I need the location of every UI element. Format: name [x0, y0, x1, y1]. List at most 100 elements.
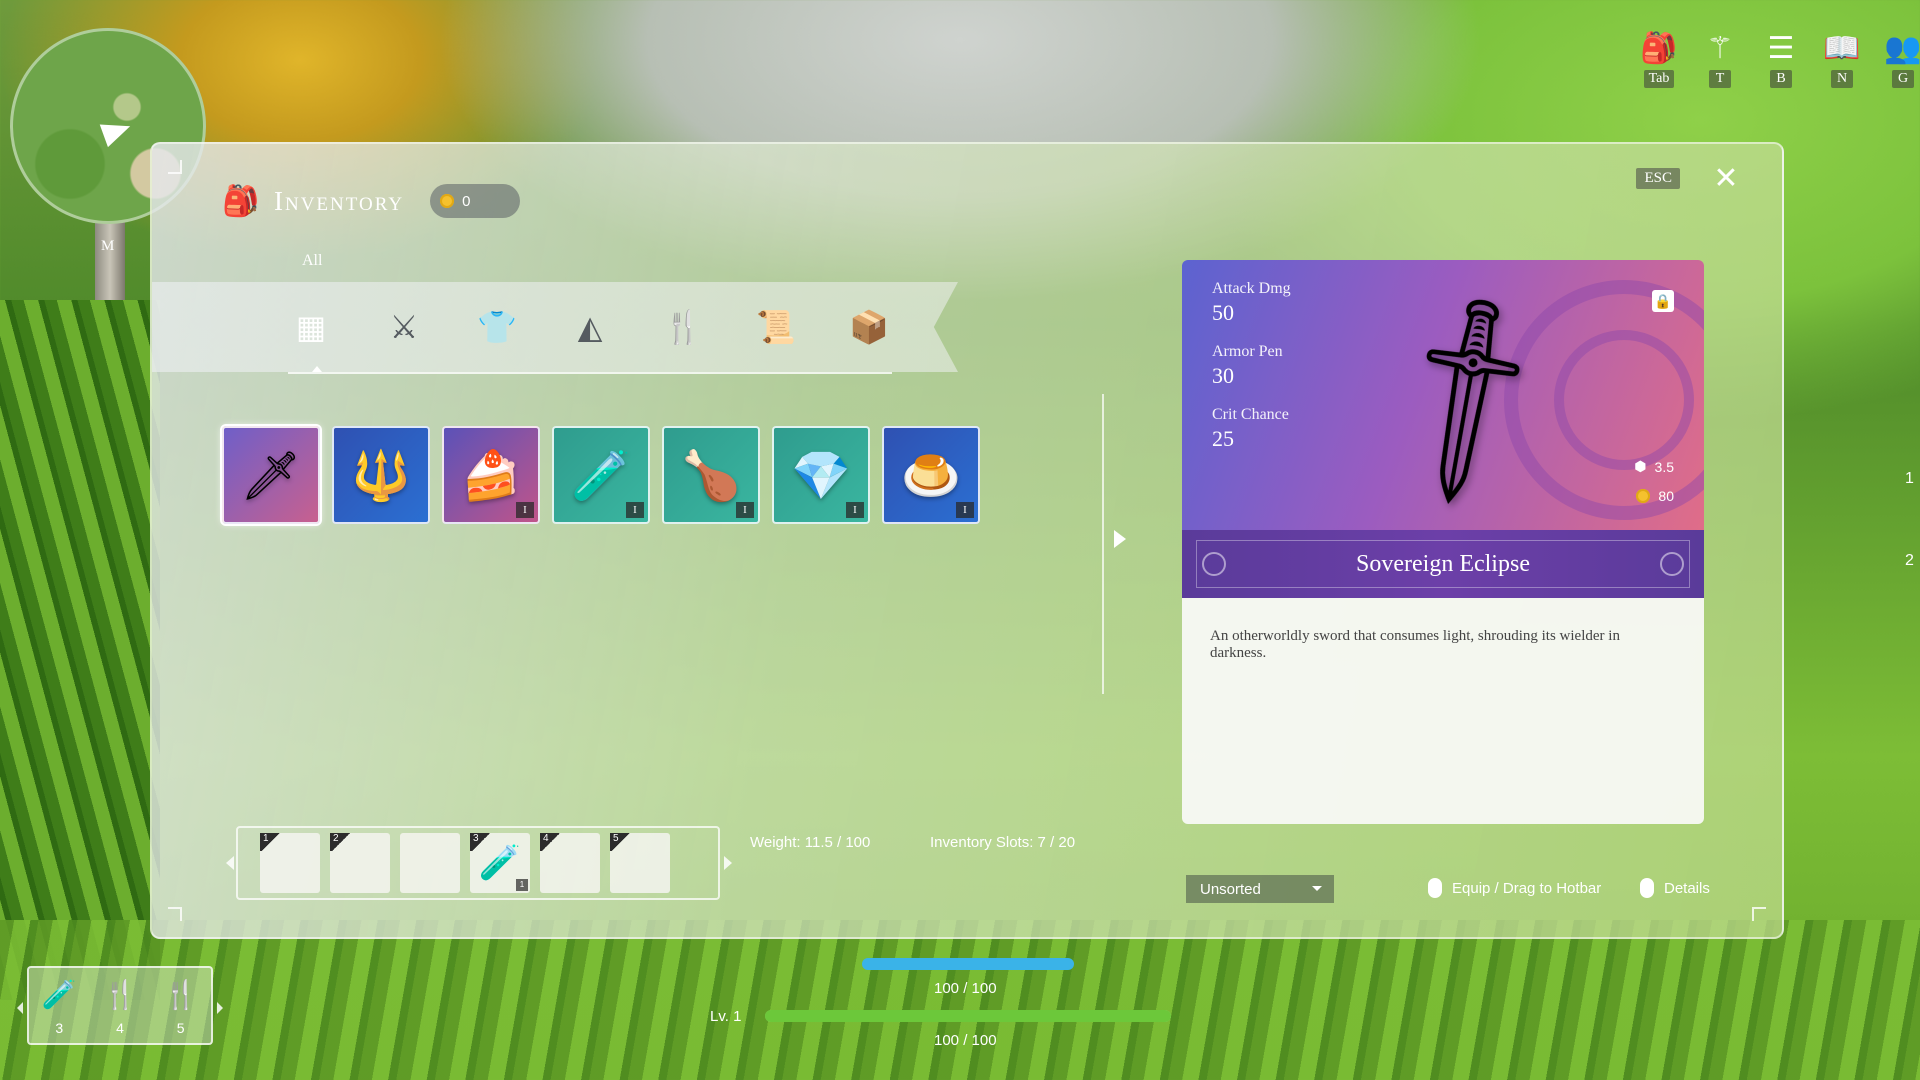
tab-weapons[interactable]: ⚔ — [385, 308, 423, 346]
stat-label: Attack Dmg — [1212, 280, 1291, 297]
level-label: Lv. 1 — [710, 1008, 742, 1025]
weight-value: 3.5 — [1654, 458, 1674, 475]
stat-value: 25 — [1212, 426, 1234, 451]
potion-icon: 🧪 — [41, 979, 77, 1010]
shortcut-storage[interactable]: ☰ B — [1762, 30, 1800, 88]
quickbar-prev-icon[interactable] — [17, 1002, 23, 1014]
grass-ground — [0, 920, 1920, 1080]
shortcut-bar: 🎒 Tab ⚚ T ☰ B 📖 N 👥 G — [1640, 30, 1920, 88]
item-slot[interactable]: 🗡 — [222, 426, 320, 524]
item-count: 1 — [516, 879, 528, 891]
item-weight: ⬢ 3.5 — [1634, 458, 1674, 475]
stat-label: Armor Pen — [1212, 343, 1283, 360]
crystal-icon: 💎 — [791, 449, 851, 503]
pudding-icon: 🍮 — [901, 449, 961, 503]
weight-icon: ⬢ — [1634, 458, 1647, 474]
sort-dropdown[interactable]: Unsorted — [1186, 875, 1334, 903]
coin-amount: 0 — [462, 192, 471, 210]
tier-badge: I — [626, 502, 644, 518]
item-name: Sovereign Eclipse — [1356, 550, 1530, 577]
side-marker: 2 — [1905, 552, 1914, 569]
hotbar-slot[interactable]: 1 — [260, 833, 320, 893]
slot-number: 5 — [610, 833, 632, 851]
item-slot[interactable]: 🍰 I — [442, 426, 540, 524]
page-title: Inventory — [274, 185, 405, 216]
guild-icon: 👥 — [1884, 31, 1920, 65]
slot-number: 2 — [330, 833, 352, 851]
panel-corner — [1752, 907, 1766, 921]
inventory-panel: 🎒 Inventory 0 ESC ✕ All ▦ ⚔ 👕 ◭ 🍴 📜 📦 🗡 … — [150, 142, 1784, 939]
tier-badge: I — [516, 502, 534, 518]
equip-hint: Equip / Drag to Hotbar — [1428, 878, 1601, 898]
item-slot[interactable]: 🍗 I — [662, 426, 760, 524]
player-arrow-icon — [99, 114, 135, 148]
cake-icon: 🍰 — [461, 449, 521, 503]
tier-badge: I — [956, 502, 974, 518]
hotbar-next-icon[interactable] — [724, 856, 732, 870]
hotbar-prev-icon[interactable] — [226, 856, 234, 870]
shortcut-inventory[interactable]: 🎒 Tab — [1640, 30, 1678, 88]
backpack-icon: 🎒 — [222, 184, 260, 218]
mana-bar — [862, 958, 1074, 970]
shortcut-journal[interactable]: 📖 N — [1823, 30, 1861, 88]
coin-counter: 0 — [430, 184, 521, 218]
lock-icon[interactable]: 🔒 — [1652, 290, 1674, 312]
roast-chicken-icon: 🍗 — [681, 449, 741, 503]
coin-icon — [1636, 489, 1651, 503]
hotbar-slot[interactable]: 5 — [610, 833, 670, 893]
mouse-right-icon — [1640, 878, 1654, 898]
mana-value: 100 / 100 — [934, 980, 997, 997]
quickbar-next-icon[interactable] — [217, 1002, 223, 1014]
esc-key-hint: ESC — [1636, 168, 1680, 189]
tab-food[interactable]: 🍴 — [663, 308, 703, 346]
item-name-bar: Sovereign Eclipse — [1182, 530, 1704, 598]
category-tabs: ▦ ⚔ 👕 ◭ 🍴 📜 📦 — [152, 282, 958, 372]
health-bar — [765, 1010, 1171, 1022]
slot-number: 5 — [176, 1020, 185, 1036]
trident-icon: 🔱 — [351, 449, 411, 503]
shortcut-key: B — [1770, 70, 1792, 88]
emblem-icon — [1202, 552, 1226, 576]
shortcut-key: N — [1831, 70, 1853, 88]
shortcut-skills[interactable]: ⚚ T — [1701, 30, 1739, 88]
hotbar: 1 2 3 🧪 1 4 5 — [226, 826, 732, 900]
hotbar-slot[interactable] — [400, 833, 460, 893]
slots-status: Inventory Slots: 7 / 20 — [930, 834, 1076, 851]
slot-number: 3 — [470, 833, 492, 851]
weight-status: Weight: 11.5 / 100 — [750, 834, 871, 851]
hotbar-slot[interactable]: 4 — [540, 833, 600, 893]
item-slot[interactable]: 🧪 I — [552, 426, 650, 524]
stat-attack: Attack Dmg 50 — [1212, 280, 1291, 326]
item-description: An otherworldly sword that consumes ligh… — [1182, 598, 1704, 824]
tab-all[interactable]: ▦ — [292, 308, 330, 346]
expand-arrow-icon[interactable] — [1114, 530, 1126, 548]
potion-icon: 🧪 — [571, 449, 631, 503]
close-icon[interactable]: ✕ — [1710, 164, 1742, 196]
stat-value: 50 — [1212, 300, 1234, 325]
tab-materials[interactable]: ◭ — [571, 308, 609, 346]
hotbar-slot[interactable]: 2 — [330, 833, 390, 893]
description-text: An otherworldly sword that consumes ligh… — [1210, 628, 1620, 661]
stat-armor-pen: Armor Pen 30 — [1212, 343, 1283, 389]
stat-label: Crit Chance — [1212, 406, 1289, 423]
sword-icon: 🗡 — [240, 449, 302, 503]
chevron-down-icon — [1312, 886, 1322, 891]
grass-foreground — [0, 300, 160, 1000]
item-slot[interactable]: 🍮 I — [882, 426, 980, 524]
slot-number: 1 — [260, 833, 282, 851]
quick-slot[interactable]: 🍴 4 — [103, 978, 138, 1036]
details-hint: Details — [1640, 878, 1710, 898]
tab-armor[interactable]: 👕 — [477, 308, 517, 346]
item-slot[interactable]: 💎 I — [772, 426, 870, 524]
item-slot[interactable]: 🔱 — [332, 426, 430, 524]
utensils-icon: 🍴 — [102, 979, 138, 1010]
quick-slot[interactable]: 🍴 5 — [163, 978, 198, 1036]
hotbar-slot[interactable]: 3 🧪 1 — [470, 833, 530, 893]
tab-misc[interactable]: 📦 — [849, 308, 889, 346]
journal-icon: 📖 — [1823, 31, 1861, 65]
shortcut-guild[interactable]: 👥 G — [1884, 30, 1920, 88]
item-price: 80 — [1636, 488, 1674, 504]
quick-slot[interactable]: 🧪 3 — [42, 978, 77, 1036]
tab-quest[interactable]: 📜 — [756, 308, 796, 346]
tier-badge: I — [736, 502, 754, 518]
